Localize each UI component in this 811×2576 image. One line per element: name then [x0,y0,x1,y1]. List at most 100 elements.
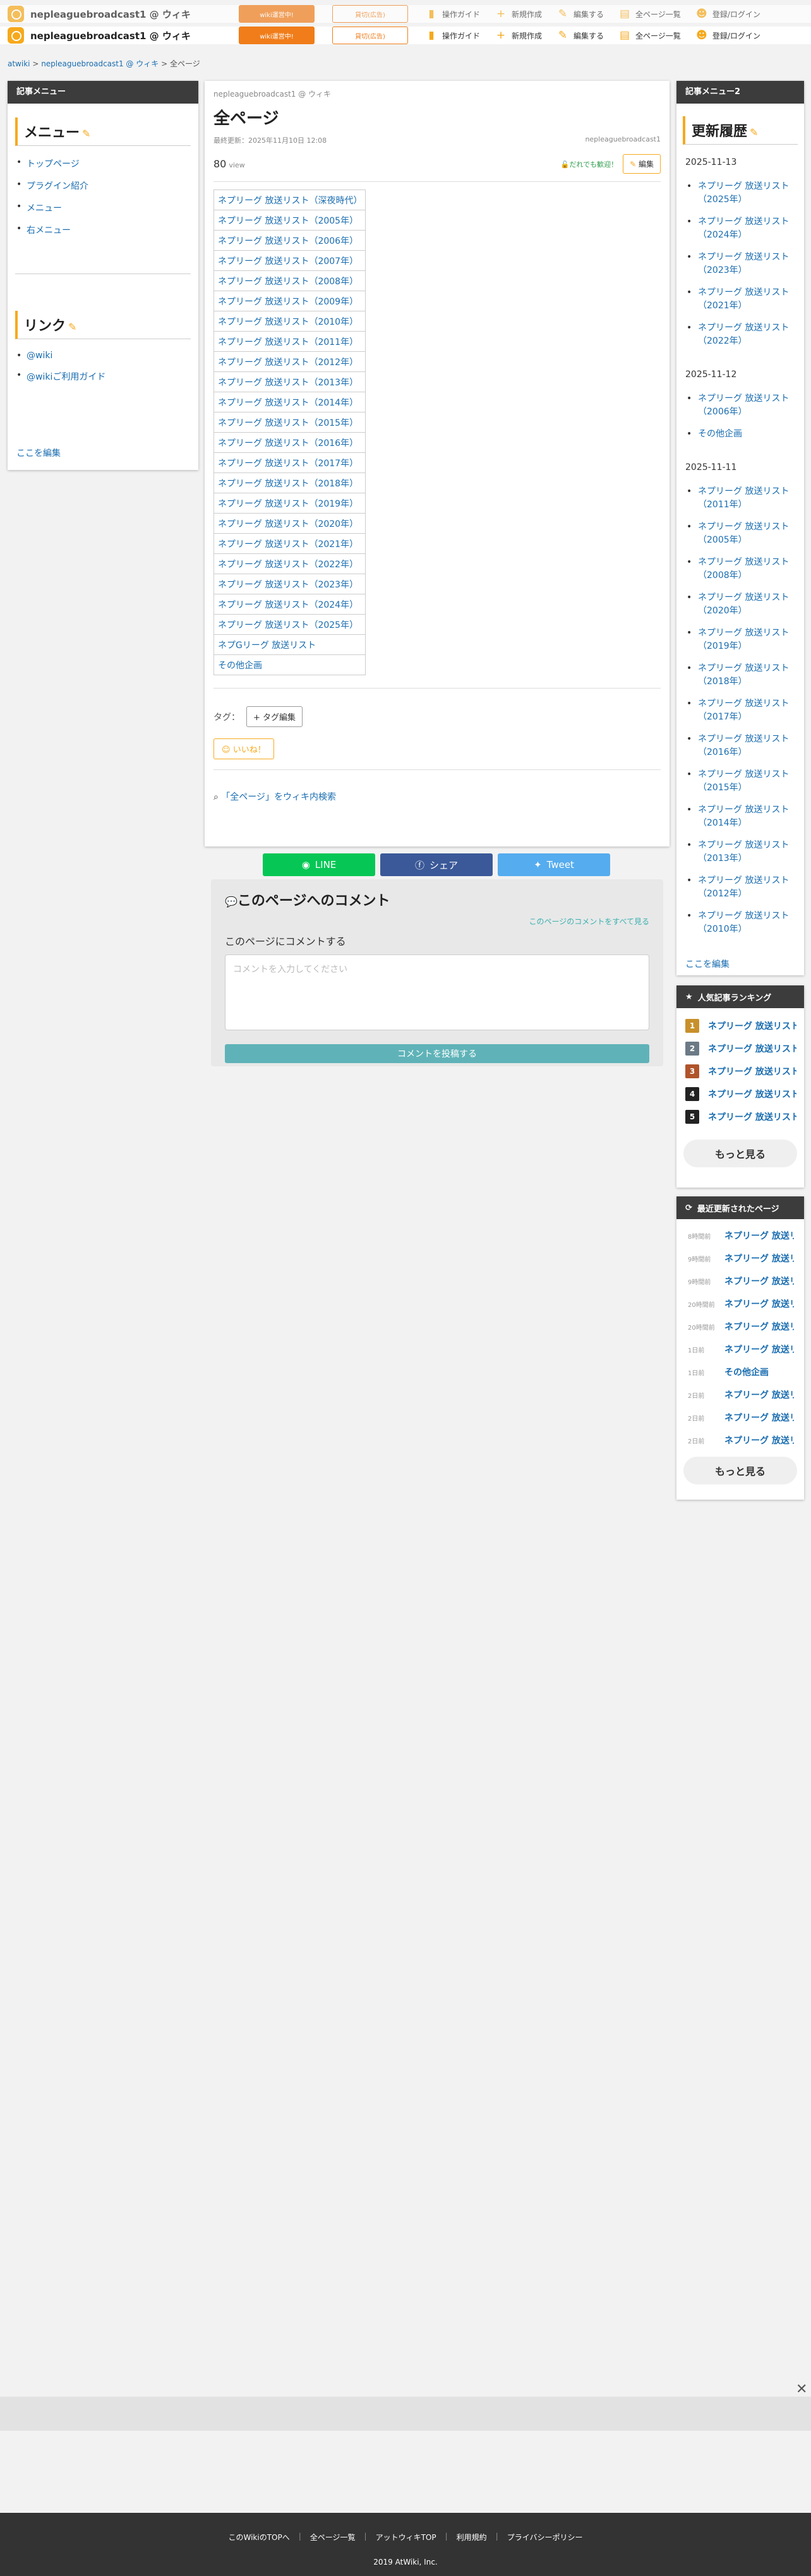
history-item[interactable]: ネプリーグ 放送リスト（2020年） [687,591,799,618]
ranking-item[interactable]: 1 ネプリーグ 放送リスト（2025年） [676,1014,804,1037]
recent-item[interactable]: 1日前 ネプリーグ 放送リスト（2006年） [676,1338,804,1361]
page-link[interactable]: ネプリーグ 放送リスト（2020年） [213,513,366,534]
history-item[interactable]: ネプリーグ 放送リスト（2023年） [687,251,799,277]
recent-more-button[interactable]: もっと見る [683,1457,797,1484]
history-item[interactable]: ネプリーグ 放送リスト（2011年） [687,485,799,512]
page-link[interactable]: ネプGリーグ 放送リスト [213,634,366,655]
recent-item[interactable]: 20時間前 ネプリーグ 放送リスト（2022年） [676,1315,804,1338]
history-item[interactable]: ネプリーグ 放送リスト（2015年） [687,768,799,795]
site-title[interactable]: nepleaguebroadcast1 @ ウィキ [30,29,239,42]
see-all-comments-link[interactable]: このページのコメントをすべて見る [225,916,649,927]
right-edit-link[interactable]: ここを編集 [676,958,804,970]
page-link[interactable]: ネプリーグ 放送リスト（2008年） [213,270,366,291]
recent-item[interactable]: 9時間前 ネプリーグ 放送リスト（2024年） [676,1247,804,1270]
history-item[interactable]: ネプリーグ 放送リスト（2012年） [687,874,799,901]
history-item[interactable]: ネプリーグ 放送リスト（2017年） [687,697,799,724]
page-link[interactable]: ネプリーグ 放送リスト（2024年） [213,594,366,615]
link-atwiki[interactable]: @wiki [16,351,198,361]
recent-time: 1日前 [688,1369,705,1377]
ranking-item[interactable]: 5 ネプリーグ 放送リスト（2021年） [676,1105,804,1128]
ad-button[interactable]: 貸切(広告) [332,27,408,44]
page-link[interactable]: ネプリーグ 放送リスト（2023年） [213,574,366,594]
nav-new[interactable]: + 新規作成 [495,30,542,41]
page-link[interactable]: ネプリーグ 放送リスト（2005年） [213,210,366,231]
edit-button[interactable]: ✎ 編集 [623,154,661,174]
history-item[interactable]: ネプリーグ 放送リスト（2025年） [687,180,799,207]
nav-login[interactable]: ☻ 登録/ログイン [696,30,760,41]
page-link[interactable]: ネプリーグ 放送リスト（2006年） [213,230,366,251]
menu-item-menu[interactable]: メニュー [16,202,198,214]
pencil-icon[interactable]: ✎ [68,321,76,333]
wiki-notice-button[interactable]: wiki運営中! [239,27,315,44]
page-link[interactable]: ネプリーグ 放送リスト（2015年） [213,412,366,433]
history-item[interactable]: その他企画 [687,428,799,441]
page-link[interactable]: ネプリーグ 放送リスト（2012年） [213,351,366,372]
footer-link[interactable]: アットウィキTOP [376,2532,436,2543]
footer-link[interactable]: このWikiのTOPへ [229,2532,290,2543]
recent-item[interactable]: 1日前 その他企画 [676,1361,804,1383]
menu-item-plugins[interactable]: プラグイン紹介 [16,179,198,192]
breadcrumb-wiki[interactable]: nepleaguebroadcast1 @ ウィキ [41,59,159,68]
recent-item[interactable]: 9時間前 ネプリーグ 放送リスト（2023年） [676,1270,804,1292]
like-button[interactable]: ☺ いいね！ [213,738,274,759]
recent-item[interactable]: 2日前 ネプリーグ 放送リスト（2005年） [676,1406,804,1429]
post-comment-button[interactable]: コメントを投稿する [225,1044,649,1063]
page-link[interactable]: ネプリーグ 放送リスト（2010年） [213,311,366,332]
nav-edit[interactable]: ✎ 編集する [557,30,604,41]
link-guide[interactable]: @wikiご利用ガイド [16,370,198,383]
ranking-more-button[interactable]: もっと見る [683,1140,797,1167]
recent-item[interactable]: 2日前 ネプリーグ 放送リスト（2011年） [676,1383,804,1406]
page-link[interactable]: ネプリーグ 放送リスト（2018年） [213,472,366,493]
history-item[interactable]: ネプリーグ 放送リスト（2019年） [687,627,799,653]
history-item[interactable]: ネプリーグ 放送リスト（2024年） [687,215,799,242]
history-item[interactable]: ネプリーグ 放送リスト（2013年） [687,839,799,865]
recent-item[interactable]: 20時間前 ネプリーグ 放送リスト（2021年） [676,1292,804,1315]
page-link[interactable]: ネプリーグ 放送リスト（深夜時代） [213,190,366,210]
page-link[interactable]: ネプリーグ 放送リスト（2016年） [213,432,366,453]
page-link[interactable]: ネプリーグ 放送リスト（2019年） [213,493,366,514]
pencil-icon[interactable]: ✎ [750,126,758,138]
ranking-item[interactable]: 4 ネプリーグ 放送リスト（2022年） [676,1083,804,1105]
history-item[interactable]: ネプリーグ 放送リスト（2018年） [687,662,799,689]
page-link[interactable]: ネプリーグ 放送リスト（2021年） [213,533,366,554]
breadcrumb-atwiki[interactable]: atwiki [8,59,30,68]
page-link[interactable]: ネプリーグ 放送リスト（2022年） [213,553,366,574]
nav-guide[interactable]: ▮ 操作ガイド [426,30,480,41]
close-icon[interactable]: ✕ [796,2381,807,2397]
menu-item-right-menu[interactable]: 右メニュー [16,224,198,236]
atwiki-logo-icon[interactable] [8,27,24,44]
left-edit-link[interactable]: ここを編集 [8,447,198,459]
line-share-button[interactable]: ◉ LINE [263,853,375,876]
ranking-item[interactable]: 3 ネプリーグ 放送リスト（2023年） [676,1060,804,1083]
twitter-share-button[interactable]: ✦ Tweet [498,853,610,876]
pencil-icon[interactable]: ✎ [82,128,90,140]
comment-input[interactable]: コメントを入力してください [225,954,649,1030]
history-item[interactable]: ネプリーグ 放送リスト（2022年） [687,322,799,348]
page-link[interactable]: ネプリーグ 放送リスト（2017年） [213,452,366,473]
recent-item[interactable]: 2日前 ネプリーグ 放送リスト（2008年） [676,1429,804,1452]
search-in-wiki-link[interactable]: ⌕ 「全ページ」をウィキ内検索 [213,790,661,803]
page-link[interactable]: ネプリーグ 放送リスト（2025年） [213,614,366,635]
page-link[interactable]: ネプリーグ 放送リスト（2009年） [213,291,366,311]
history-item[interactable]: ネプリーグ 放送リスト（2021年） [687,286,799,313]
history-item[interactable]: ネプリーグ 放送リスト（2006年） [687,392,799,419]
page-link[interactable]: ネプリーグ 放送リスト（2007年） [213,250,366,271]
page-link[interactable]: ネプリーグ 放送リスト（2011年） [213,331,366,352]
footer-link[interactable]: プライバシーポリシー [507,2532,583,2543]
history-item[interactable]: ネプリーグ 放送リスト（2008年） [687,556,799,582]
history-item[interactable]: ネプリーグ 放送リスト（2010年） [687,910,799,936]
page-link[interactable]: その他企画 [213,654,366,675]
tag-edit-button[interactable]: + タグ編集 [246,706,303,727]
ranking-item[interactable]: 2 ネプリーグ 放送リスト（2024年） [676,1037,804,1060]
nav-allpages[interactable]: ▤ 全ページ一覧 [619,30,681,41]
menu-item-top[interactable]: トップページ [16,157,198,170]
page-link[interactable]: ネプリーグ 放送リスト（2014年） [213,392,366,412]
page-link[interactable]: ネプリーグ 放送リスト（2013年） [213,371,366,392]
footer-link[interactable]: 利用規約 [457,2532,487,2543]
facebook-share-button[interactable]: ⓕ シェア [380,853,493,876]
footer-link[interactable]: 全ページ一覧 [310,2532,356,2543]
history-item[interactable]: ネプリーグ 放送リスト（2016年） [687,733,799,759]
history-item[interactable]: ネプリーグ 放送リスト（2014年） [687,803,799,830]
recent-item[interactable]: 8時間前 ネプリーグ 放送リスト（2025年） [676,1224,804,1247]
history-item[interactable]: ネプリーグ 放送リスト（2005年） [687,521,799,547]
